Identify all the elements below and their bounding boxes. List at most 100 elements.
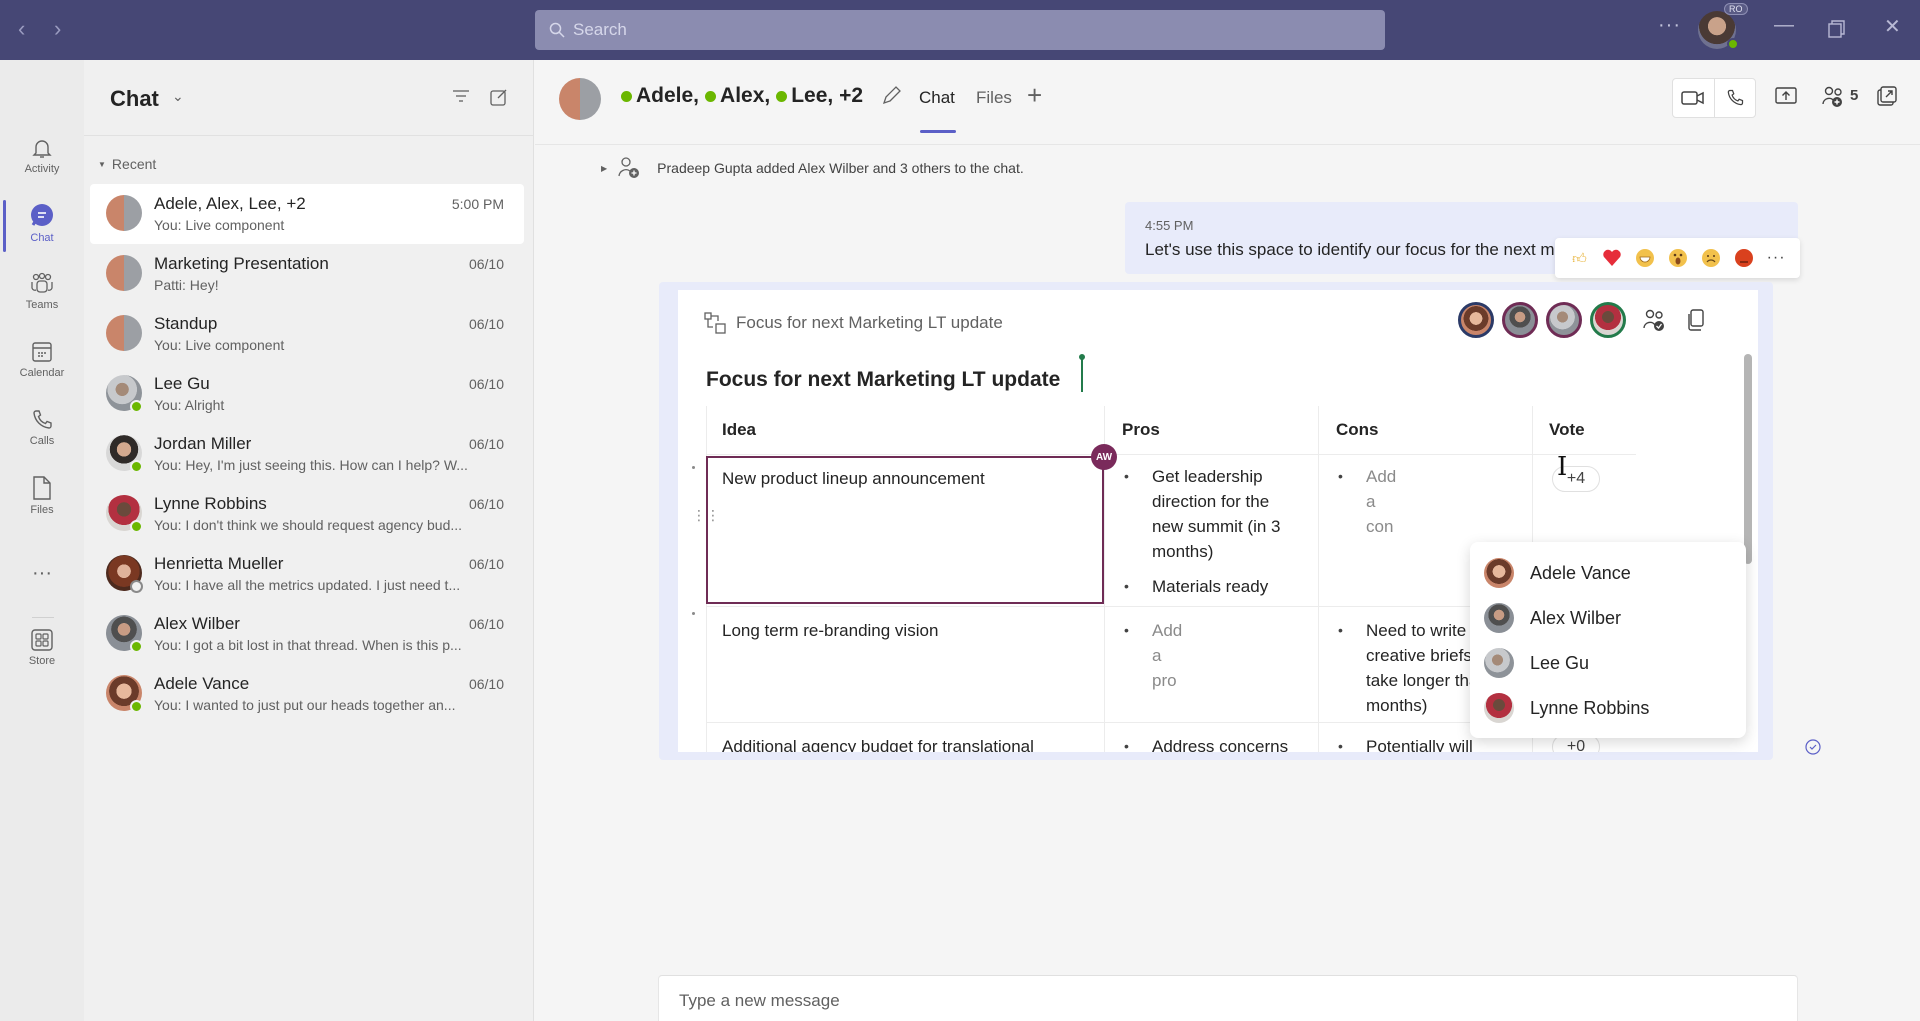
- expand-caret-icon[interactable]: ▶: [601, 164, 607, 173]
- surprised-reaction-icon[interactable]: [1668, 248, 1688, 268]
- back-icon[interactable]: ‹: [18, 16, 25, 42]
- close-button[interactable]: ✕: [1884, 14, 1901, 39]
- column-header-vote[interactable]: Vote: [1549, 420, 1585, 440]
- voter-item[interactable]: Alex Wilber: [1484, 603, 1621, 633]
- rail-item-more[interactable]: ···: [0, 542, 84, 604]
- audio-call-button[interactable]: [1713, 79, 1756, 117]
- share-people-icon[interactable]: [1642, 308, 1668, 332]
- group-avatar: [106, 255, 142, 291]
- chat-item-name: Jordan Miller: [154, 434, 252, 453]
- app-rail: Activity Chat Teams Calendar Calls Files…: [0, 60, 84, 1021]
- chat-list-title[interactable]: Chat: [110, 86, 159, 112]
- collaborator-avatar[interactable]: [1458, 302, 1494, 338]
- voters-popover: Adele Vance Alex Wilber Lee Gu Lynne Rob…: [1470, 542, 1746, 738]
- chat-item-time: 5:00 PM: [451, 196, 504, 212]
- read-receipt-icon: [1805, 739, 1821, 755]
- rail-item-activity[interactable]: Activity: [0, 124, 84, 186]
- loop-title[interactable]: Focus for next Marketing LT update: [706, 368, 1060, 392]
- share-screen-icon[interactable]: [1775, 86, 1797, 106]
- idea-cell[interactable]: New product lineup announcement: [722, 466, 1092, 491]
- voter-item[interactable]: Adele Vance: [1484, 558, 1631, 588]
- column-header-cons[interactable]: Cons: [1336, 420, 1379, 440]
- rail-item-chat[interactable]: Chat: [0, 192, 84, 254]
- chat-item-preview: You: Live component: [154, 337, 285, 353]
- chat-item[interactable]: Adele Vance You: I wanted to just put ou…: [90, 664, 524, 724]
- rail-item-store[interactable]: Store: [0, 616, 84, 678]
- compose-placeholder: Type a new message: [679, 991, 840, 1010]
- chat-item[interactable]: Lee Gu You: Alright 06/10: [90, 364, 524, 424]
- chevron-down-icon[interactable]: ⌄: [172, 88, 184, 105]
- pros-item[interactable]: Address concerns: [1152, 734, 1288, 752]
- forward-icon[interactable]: ›: [54, 16, 61, 42]
- filter-icon[interactable]: [452, 88, 470, 104]
- voter-item[interactable]: Lynne Robbins: [1484, 693, 1649, 723]
- rail-label: Teams: [25, 298, 59, 311]
- people-add-icon[interactable]: [1821, 86, 1847, 108]
- chat-participants-title[interactable]: Adele, Alex, Lee, +2: [615, 84, 863, 108]
- recent-section-header[interactable]: ▼ Recent: [98, 156, 156, 172]
- column-header-idea[interactable]: Idea: [722, 420, 756, 440]
- loop-header[interactable]: Focus for next Marketing LT update: [704, 312, 1003, 334]
- like-reaction-icon[interactable]: 👍︎: [1569, 248, 1589, 268]
- idea-cell[interactable]: Long term re-branding vision: [722, 618, 1092, 643]
- chat-item[interactable]: Henrietta Mueller You: I have all the me…: [90, 544, 524, 604]
- chat-item-time: 06/10: [468, 256, 504, 272]
- laugh-reaction-icon[interactable]: [1635, 248, 1655, 268]
- group-avatar: [106, 315, 142, 351]
- chat-item[interactable]: Standup You: Live component 06/10: [90, 304, 524, 364]
- rail-item-files[interactable]: Files: [0, 464, 84, 526]
- sad-reaction-icon[interactable]: [1701, 248, 1721, 268]
- pop-out-icon[interactable]: [1877, 86, 1897, 106]
- bullet: •: [1124, 468, 1129, 484]
- chat-item[interactable]: Adele, Alex, Lee, +2 You: Live component…: [90, 184, 524, 244]
- rail-label: Chat: [30, 231, 54, 244]
- voter-name: Alex Wilber: [1530, 607, 1622, 628]
- pros-item[interactable]: Get leadership direction for the new sum…: [1152, 464, 1302, 564]
- voter-name: Adele Vance: [1530, 562, 1631, 583]
- chat-item-preview: You: I got a bit lost in that thread. Wh…: [154, 637, 462, 653]
- chat-item[interactable]: Marketing Presentation Patti: Hey! 06/10: [90, 244, 524, 304]
- collaborator-avatar[interactable]: [1502, 302, 1538, 338]
- rail-item-calls[interactable]: Calls: [0, 396, 84, 458]
- chat-item-name: Henrietta Mueller: [154, 554, 284, 573]
- chat-item-time: 06/10: [468, 616, 504, 632]
- add-pro-placeholder[interactable]: Add a pro: [1152, 618, 1182, 693]
- collaborator-avatar[interactable]: [1546, 302, 1582, 338]
- add-tab-icon[interactable]: +: [1027, 80, 1042, 111]
- restore-icon[interactable]: [1828, 20, 1846, 38]
- chat-item[interactable]: Alex Wilber You: I got a bit lost in tha…: [90, 604, 524, 664]
- rail-item-calendar[interactable]: Calendar: [0, 328, 84, 390]
- minimize-button[interactable]: —: [1774, 14, 1794, 37]
- compose-box[interactable]: Type a new message: [658, 975, 1798, 1021]
- add-con-placeholder[interactable]: Add a con: [1366, 464, 1396, 539]
- voter-name: Lynne Robbins: [1530, 697, 1650, 718]
- loop-scrollbar[interactable]: [1744, 354, 1752, 564]
- participant-name: Lee, +2: [791, 84, 864, 107]
- message-timestamp: 4:55 PM: [1145, 218, 1194, 233]
- collaborator-avatar[interactable]: [1590, 302, 1626, 338]
- pros-item[interactable]: Materials ready: [1152, 574, 1302, 599]
- tab-chat[interactable]: Chat: [919, 88, 955, 108]
- rail-item-teams[interactable]: Teams: [0, 260, 84, 322]
- video-call-button[interactable]: [1673, 79, 1714, 117]
- cons-item[interactable]: Potentially will: [1366, 734, 1473, 752]
- system-message[interactable]: ▶ Pradeep Gupta added Alex Wilber and 3 …: [601, 156, 1024, 180]
- voter-item[interactable]: Lee Gu: [1484, 648, 1589, 678]
- more-reactions-icon[interactable]: ···: [1767, 249, 1786, 267]
- chat-item[interactable]: Jordan Miller You: Hey, I'm just seeing …: [90, 424, 524, 484]
- search-input[interactable]: Search: [535, 10, 1385, 50]
- angry-reaction-icon[interactable]: [1734, 248, 1754, 268]
- column-header-pros[interactable]: Pros: [1122, 420, 1160, 440]
- copy-link-icon[interactable]: [1686, 309, 1706, 331]
- chat-item-preview: Patti: Hey!: [154, 277, 219, 293]
- pencil-icon[interactable]: [880, 85, 902, 107]
- tab-files[interactable]: Files: [976, 88, 1012, 108]
- more-options-icon[interactable]: ···: [1658, 14, 1681, 37]
- presence-available-icon: [621, 90, 632, 102]
- chat-item[interactable]: Lynne Robbins You: I don't think we shou…: [90, 484, 524, 544]
- new-chat-icon[interactable]: [490, 88, 508, 106]
- heart-reaction-icon[interactable]: [1602, 248, 1622, 268]
- loop-header-title: Focus for next Marketing LT update: [736, 313, 1003, 332]
- idea-cell[interactable]: Additional agency budget for translation…: [722, 734, 1092, 752]
- chat-item-name: Lynne Robbins: [154, 494, 267, 513]
